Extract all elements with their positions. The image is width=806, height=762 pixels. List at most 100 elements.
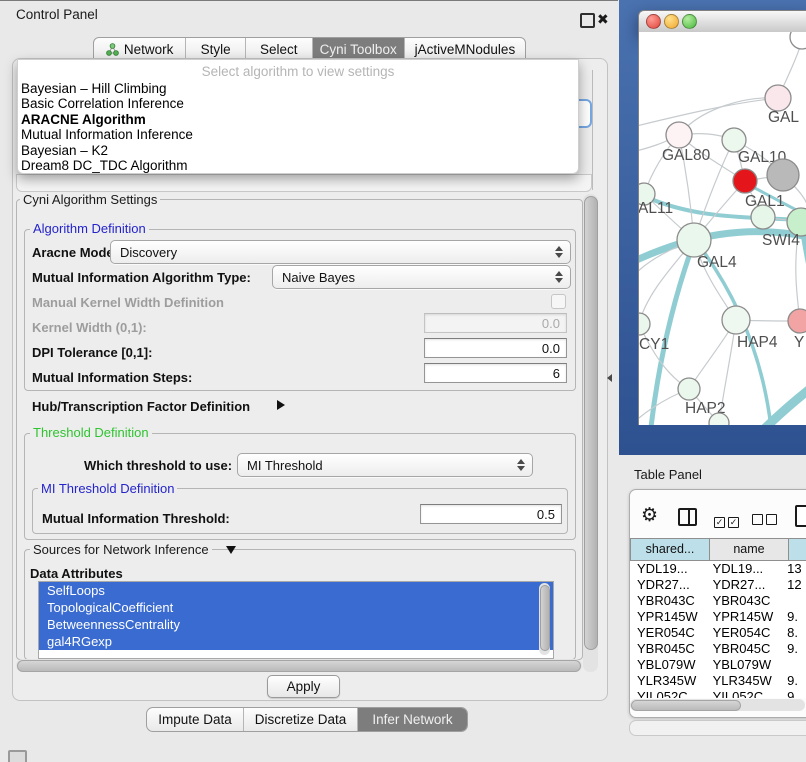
spinner-arrows-icon: [517, 459, 525, 471]
algorithm-option[interactable]: ARACNE Algorithm: [19, 112, 575, 127]
tab-impute-data[interactable]: Impute Data: [147, 708, 243, 731]
collapse-down-icon[interactable]: [226, 546, 236, 554]
table-cell: YER054C: [630, 625, 709, 641]
table-row[interactable]: YIL052CYIL052C9: [630, 689, 806, 698]
table-cell: YIL052C: [709, 689, 785, 698]
panel-top-divider: [0, 0, 618, 1]
attribute-list-item[interactable]: SelfLoops: [39, 582, 553, 599]
which-threshold-value: MI Threshold: [247, 458, 323, 473]
network-node[interactable]: [678, 378, 700, 400]
sources-group-label: Sources for Network Inference: [30, 542, 212, 557]
table-cell: YBR043C: [630, 593, 709, 609]
algorithm-option[interactable]: Dream8 DC_TDC Algorithm: [19, 158, 575, 173]
algorithm-option[interactable]: Basic Correlation Inference: [19, 96, 575, 111]
network-node[interactable]: [677, 223, 711, 257]
mi-threshold-field[interactable]: [420, 504, 562, 524]
settings-hscrollbar-thumb[interactable]: [17, 660, 581, 672]
table-row[interactable]: YLR345WYLR345W9.: [630, 673, 806, 689]
settings-vscrollbar-thumb[interactable]: [584, 196, 598, 650]
table-row[interactable]: YER054CYER054C8.: [630, 625, 806, 641]
mi-type-value: Naive Bayes: [282, 270, 355, 285]
network-node[interactable]: [722, 306, 750, 334]
close-panel-icon[interactable]: ✖: [597, 12, 609, 26]
mi-type-select[interactable]: Naive Bayes: [272, 265, 571, 289]
aracne-mode-value: Discovery: [120, 245, 177, 260]
network-canvas: GALGAL80GAL10GAL1GAL11SWI4GAL4GCY1HAP4YH…: [639, 32, 806, 425]
select-all-checkboxes-icon[interactable]: ✓✓: [714, 512, 742, 530]
deselect-all-checkboxes-icon[interactable]: [752, 512, 780, 530]
minimize-window-icon[interactable]: [664, 14, 679, 29]
table-cell: 9.: [784, 641, 806, 657]
attributes-vscrollbar-thumb[interactable]: [540, 585, 550, 651]
aracne-mode-label: Aracne Mode:: [32, 245, 118, 260]
algorithm-dropdown[interactable]: Select algorithm to view settings Bayesi…: [17, 59, 579, 174]
mi-steps-label: Mutual Information Steps:: [32, 370, 192, 385]
node-label: HAP4: [737, 334, 778, 351]
apply-button[interactable]: Apply: [267, 675, 340, 698]
splitpane-collapse-icon[interactable]: [607, 374, 612, 382]
algorithm-option[interactable]: Mutual Information Inference: [19, 127, 575, 142]
attribute-list-item[interactable]: TopologicalCoefficient: [39, 599, 553, 616]
minimized-panel-icon[interactable]: [8, 750, 27, 762]
spinner-arrows-icon: [555, 246, 563, 258]
manual-kernel-checkbox[interactable]: [551, 294, 566, 309]
network-node[interactable]: [765, 85, 791, 111]
column-header-shared-name[interactable]: shared...: [631, 539, 710, 560]
kernel-width-field[interactable]: [424, 313, 567, 333]
close-window-icon[interactable]: [646, 14, 661, 29]
table-cell: YDR27...: [630, 577, 709, 593]
network-view[interactable]: GALGAL80GAL10GAL1GAL11SWI4GAL4GCY1HAP4YH…: [638, 32, 806, 425]
dpi-tolerance-field[interactable]: [424, 338, 567, 358]
table-hscrollbar-thumb[interactable]: [631, 700, 741, 711]
table-row[interactable]: YPR145WYPR145W9.: [630, 609, 806, 625]
table-row[interactable]: YDL19...YDL19...13: [630, 561, 806, 577]
table-cell: 13: [784, 561, 806, 577]
table-row[interactable]: YBR045CYBR045C9.: [630, 641, 806, 657]
node-label: GAL: [768, 109, 799, 126]
network-node[interactable]: [788, 309, 806, 333]
network-node[interactable]: [666, 122, 692, 148]
which-threshold-label: Which threshold to use:: [84, 458, 232, 473]
network-node[interactable]: [639, 313, 650, 335]
zoom-window-icon[interactable]: [682, 14, 697, 29]
table-row[interactable]: YBR043CYBR043C: [630, 593, 806, 609]
manual-kernel-label: Manual Kernel Width Definition: [32, 295, 224, 310]
attribute-list-item[interactable]: gal4RGexp: [39, 633, 553, 650]
column-header-clipped[interactable]: [789, 539, 806, 560]
table-row[interactable]: YDR27...YDR27...12: [630, 577, 806, 593]
new-column-icon[interactable]: [795, 505, 806, 527]
attribute-list-item[interactable]: BetweennessCentrality: [39, 616, 553, 633]
app-root: Control Panel ✖ Network Style Select Cyn…: [0, 0, 806, 762]
split-columns-icon[interactable]: [678, 508, 697, 526]
network-node[interactable]: [733, 169, 757, 193]
table-cell: [784, 657, 806, 673]
algorithm-option[interactable]: Bayesian – Hill Climbing: [19, 81, 575, 96]
expand-right-icon[interactable]: [277, 400, 285, 410]
hub-definition-label: Hub/Transcription Factor Definition: [32, 399, 250, 414]
table-cell: YBL079W: [630, 657, 709, 673]
network-node[interactable]: [751, 205, 775, 229]
float-panel-icon[interactable]: [580, 13, 595, 28]
data-attributes-list[interactable]: SelfLoopsTopologicalCoefficientBetweenne…: [38, 581, 554, 659]
network-node[interactable]: [790, 32, 806, 49]
network-node[interactable]: [767, 159, 799, 191]
algorithm-option[interactable]: Bayesian – K2: [19, 143, 575, 158]
table-header: shared... name: [630, 538, 806, 561]
network-window-titlebar[interactable]: [638, 10, 806, 33]
table-cell: YLR345W: [709, 673, 785, 689]
table-row[interactable]: YBL079WYBL079W: [630, 657, 806, 673]
table-cell: 8.: [784, 625, 806, 641]
table-cell: YBR045C: [709, 641, 785, 657]
column-header-name[interactable]: name: [710, 539, 789, 560]
which-threshold-select[interactable]: MI Threshold: [237, 453, 533, 477]
algorithm-dropdown-placeholder: Select algorithm to view settings: [18, 63, 578, 80]
gear-icon[interactable]: ⚙: [641, 505, 658, 525]
aracne-mode-select[interactable]: Discovery: [110, 240, 571, 264]
obscured-combo-bottom: [16, 174, 592, 192]
tab-discretize-data[interactable]: Discretize Data: [243, 708, 357, 731]
table-cell: 9.: [784, 609, 806, 625]
mi-steps-field[interactable]: [424, 363, 567, 383]
table-cell: YER054C: [709, 625, 785, 641]
tab-infer-network[interactable]: Infer Network: [357, 708, 467, 731]
table-cell: YPR145W: [630, 609, 709, 625]
